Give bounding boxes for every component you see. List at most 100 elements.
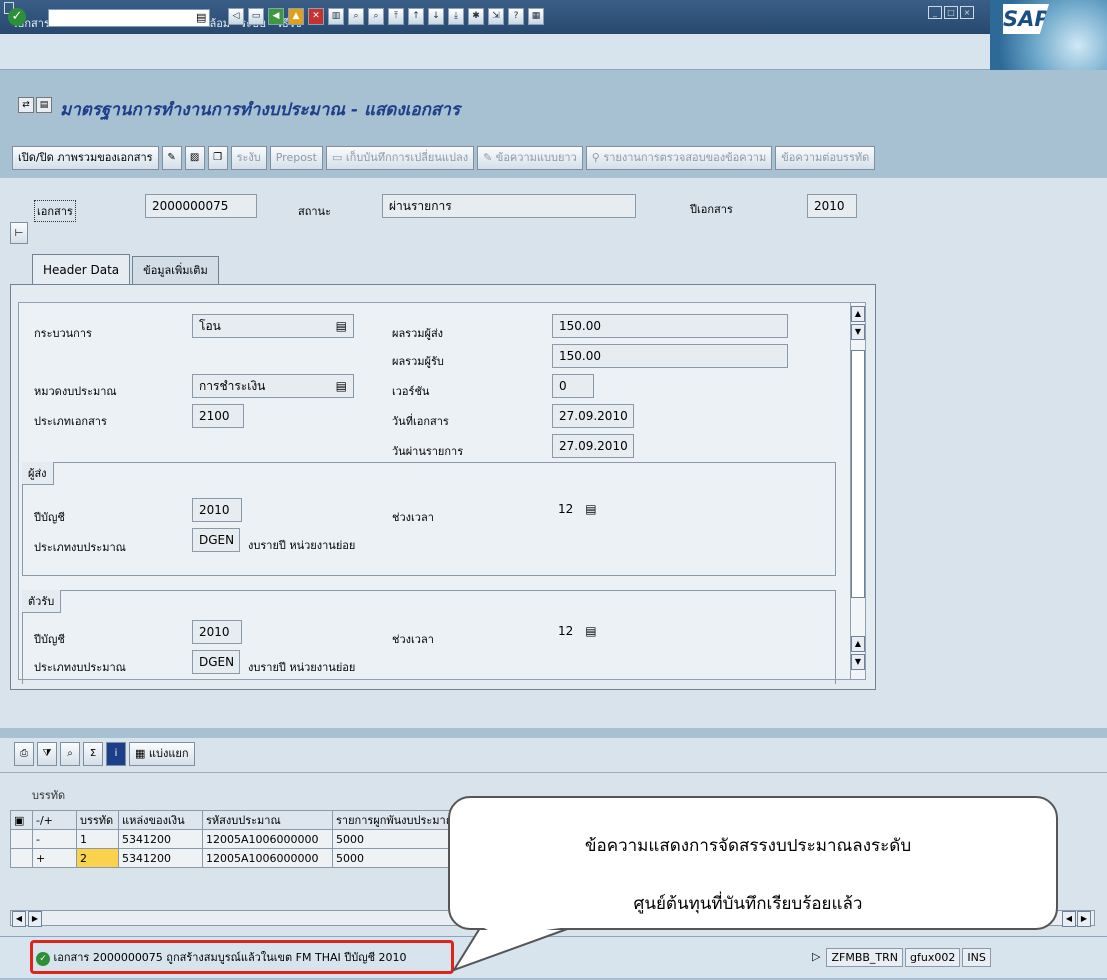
sum-icon[interactable]: Σ bbox=[83, 742, 103, 766]
user-id: gfux002 bbox=[905, 948, 961, 967]
post-date-field[interactable]: 27.09.2010 bbox=[552, 434, 634, 458]
dropdown-icon[interactable]: ▤ bbox=[336, 375, 347, 397]
close-icon[interactable]: × bbox=[960, 6, 974, 19]
sender-total-field[interactable]: 150.00 bbox=[552, 314, 788, 338]
dropdown-icon[interactable]: ▤ bbox=[585, 624, 596, 638]
table-cell[interactable]: 5341200 bbox=[118, 829, 203, 849]
maximize-icon[interactable]: □ bbox=[944, 6, 958, 19]
reduce-button[interactable]: ระงับ bbox=[230, 146, 267, 170]
scroll-right-icon[interactable]: ▶ bbox=[28, 911, 42, 927]
table-cell[interactable]: 2 bbox=[76, 848, 119, 868]
budget-category-field[interactable]: การชำระเงิน ▤ bbox=[192, 374, 354, 398]
scroll-right-icon[interactable]: ▶ bbox=[1077, 911, 1091, 927]
budget-category-value: การชำระเงิน bbox=[199, 379, 266, 393]
table-cell[interactable]: 1 bbox=[76, 829, 119, 849]
column-header[interactable]: บรรทัด bbox=[76, 810, 119, 830]
sender-budget-type-field[interactable]: DGEN bbox=[192, 528, 240, 552]
version-field[interactable]: 0 bbox=[552, 374, 594, 398]
table-cell[interactable]: - bbox=[32, 829, 77, 849]
help-icon[interactable]: ? bbox=[508, 8, 524, 25]
overview-toggle-button[interactable]: เปิด/ปิด ภาพรวมของเอกสาร bbox=[12, 146, 159, 170]
row-selector[interactable] bbox=[10, 829, 33, 849]
layout-icon[interactable]: ▦ bbox=[528, 8, 544, 25]
receiver-budget-type-desc: งบรายปี หน่วยงานย่อย bbox=[248, 661, 356, 674]
find-next-icon[interactable]: ⌕ bbox=[368, 8, 384, 25]
receiver-total-field[interactable]: 150.00 bbox=[552, 344, 788, 368]
scroll-left-icon[interactable]: ◀ bbox=[1062, 911, 1076, 927]
enter-check-icon[interactable]: ✓ bbox=[8, 8, 26, 26]
scroll-thumb[interactable] bbox=[851, 350, 865, 598]
receiver-fy-field[interactable]: 2010 bbox=[192, 620, 242, 644]
edit-icon[interactable]: ✎ bbox=[161, 146, 182, 170]
exit-icon[interactable]: ▲ bbox=[288, 8, 304, 25]
save-icon[interactable]: ▭ bbox=[248, 8, 264, 25]
document-number-field[interactable]: 2000000075 bbox=[145, 194, 257, 218]
sender-budget-type-desc: งบรายปี หน่วยงานย่อย bbox=[248, 539, 356, 552]
sender-fy-label: ปีบัญชี bbox=[34, 511, 65, 524]
cancel-icon[interactable]: ✕ bbox=[308, 8, 324, 25]
back-arrow-icon[interactable]: ◁ bbox=[228, 8, 244, 25]
sender-fy-field[interactable]: 2010 bbox=[192, 498, 242, 522]
line-text-button[interactable]: ข้อความต่อบรรทัด bbox=[775, 146, 876, 170]
table-cell[interactable]: 12005A1006000000 bbox=[202, 848, 333, 868]
prev-page-icon[interactable]: ↑ bbox=[408, 8, 424, 25]
table-cell[interactable]: + bbox=[32, 848, 77, 868]
print-icon[interactable]: ▥ bbox=[328, 8, 344, 25]
column-header[interactable]: รหัสงบประมาณ bbox=[202, 810, 333, 830]
find-icon[interactable]: ⌕ bbox=[348, 8, 364, 25]
process-field[interactable]: โอน ▤ bbox=[192, 314, 354, 338]
back-icon[interactable]: ◀ bbox=[268, 8, 284, 25]
filter-icon[interactable]: ⧩ bbox=[37, 742, 57, 766]
details-icon[interactable]: i bbox=[106, 742, 126, 766]
first-page-icon[interactable]: ⤒ bbox=[388, 8, 404, 25]
doc-type-label: ประเภทเอกสาร bbox=[34, 415, 107, 428]
copy-icon[interactable]: ❐ bbox=[207, 146, 228, 170]
sender-period-value: 12 bbox=[558, 502, 574, 516]
scroll-down-icon[interactable]: ▼ bbox=[851, 654, 865, 670]
row-selector[interactable] bbox=[10, 848, 33, 868]
tab-additional-data[interactable]: ข้อมูลเพิ่มเติม bbox=[132, 256, 219, 284]
dropdown-icon[interactable]: ▤ bbox=[336, 315, 347, 337]
select-all-icon[interactable]: ▣ bbox=[10, 810, 33, 830]
receiver-budget-type-label: ประเภทงบประมาณ bbox=[34, 661, 126, 674]
command-history-icon[interactable]: ▤ bbox=[196, 11, 206, 24]
status-highlight-box bbox=[30, 940, 454, 974]
shortcut-icon[interactable]: ⇲ bbox=[488, 8, 504, 25]
audit-report-button[interactable]: ⚲ รายงานการตรวจสอบของข้อความ bbox=[585, 146, 773, 170]
long-text-button[interactable]: ✎ ข้อความแบบยาว bbox=[477, 146, 583, 170]
scroll-down-icon[interactable]: ▼ bbox=[851, 324, 865, 340]
alv-toolbar: ⎙ ⧩ ⌕ Σ i ▦ แบ่งแยก bbox=[14, 742, 195, 766]
display-icon[interactable]: ▨ bbox=[184, 146, 205, 170]
scroll-up-icon[interactable]: ▲ bbox=[851, 636, 865, 652]
print-icon[interactable]: ⎙ bbox=[14, 742, 34, 766]
last-page-icon[interactable]: ⤓ bbox=[448, 8, 464, 25]
split-button[interactable]: ▦ แบ่งแยก bbox=[129, 742, 195, 766]
column-header[interactable]: -/+ bbox=[32, 810, 77, 830]
toolbar-icons: ◁ ▭ ◀ ▲ ✕ ▥ ⌕ ⌕ ⤒ ↑ ↓ ⤓ ✱ ⇲ ? ▦ bbox=[228, 8, 544, 25]
command-field[interactable] bbox=[48, 9, 210, 27]
status-field[interactable]: ผ่านรายการ bbox=[382, 194, 636, 218]
doc-date-field[interactable]: 27.09.2010 bbox=[552, 404, 634, 428]
expand-header-icon[interactable]: ⊢ bbox=[10, 222, 28, 244]
minimize-icon[interactable]: _ bbox=[928, 6, 942, 19]
table-cell[interactable]: 12005A1006000000 bbox=[202, 829, 333, 849]
sender-period-field[interactable]: 12 ▤ bbox=[552, 498, 618, 522]
expand-status-icon[interactable]: ▷ bbox=[808, 948, 824, 967]
receiver-period-field[interactable]: 12 ▤ bbox=[552, 620, 618, 644]
prepost-button[interactable]: Prepost bbox=[269, 146, 323, 170]
doc-type-field[interactable]: 2100 bbox=[192, 404, 244, 428]
scroll-left-icon[interactable]: ◀ bbox=[12, 911, 26, 927]
document-icon[interactable]: ▤ bbox=[36, 97, 52, 113]
receiver-budget-type-field[interactable]: DGEN bbox=[192, 650, 240, 674]
dropdown-icon[interactable]: ▤ bbox=[585, 502, 596, 516]
scroll-up-icon[interactable]: ▲ bbox=[851, 306, 865, 322]
new-session-icon[interactable]: ✱ bbox=[468, 8, 484, 25]
table-cell[interactable]: 5341200 bbox=[118, 848, 203, 868]
column-header[interactable]: แหล่งของเงิน bbox=[118, 810, 203, 830]
doc-year-field[interactable]: 2010 bbox=[807, 194, 857, 218]
save-changes-button[interactable]: ▭ เก็บบันทึกการเปลี่ยนแปลง bbox=[325, 146, 475, 170]
find-icon[interactable]: ⌕ bbox=[60, 742, 80, 766]
transfer-icon[interactable]: ⇄ bbox=[18, 97, 34, 113]
tab-header-data[interactable]: Header Data bbox=[32, 254, 131, 284]
next-page-icon[interactable]: ↓ bbox=[428, 8, 444, 25]
